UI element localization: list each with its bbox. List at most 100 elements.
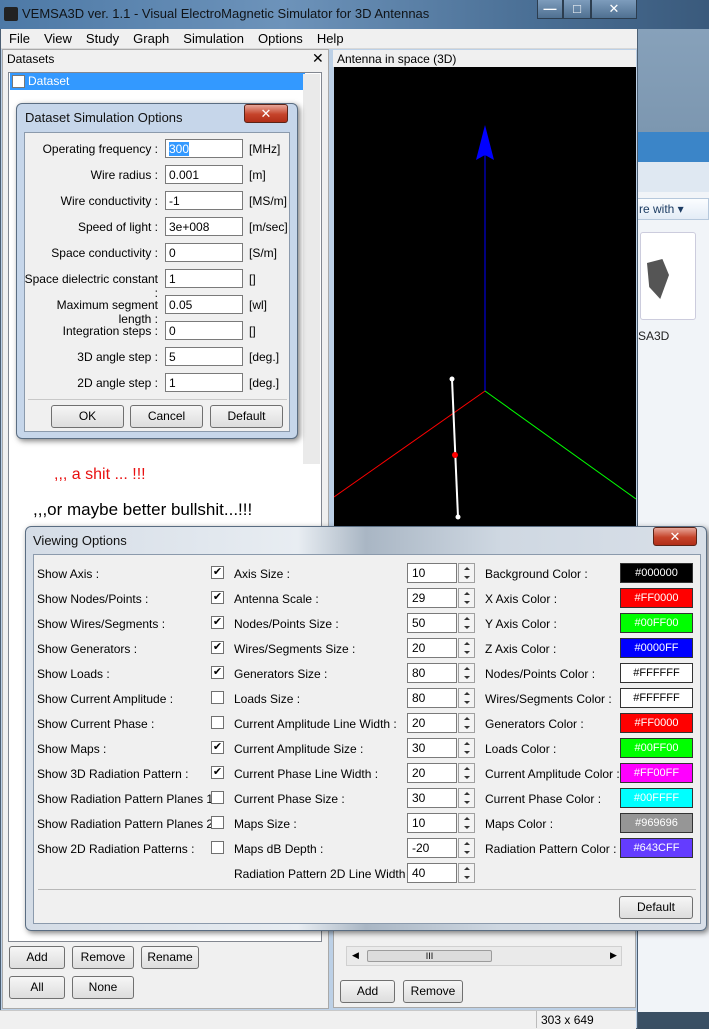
sim-field-input[interactable]: 1 bbox=[165, 373, 243, 392]
sim-field-value: 3e+008 bbox=[169, 220, 210, 234]
close-window-button[interactable]: ✕ bbox=[591, 0, 637, 19]
sim-field-input[interactable]: 0.001 bbox=[165, 165, 243, 184]
color-swatch[interactable]: #FF0000 bbox=[620, 588, 693, 608]
size-spinner[interactable] bbox=[458, 738, 475, 758]
dataset-checkbox[interactable] bbox=[12, 75, 25, 88]
sim-field-input[interactable]: 5 bbox=[165, 347, 243, 366]
sim-field-input[interactable]: 0 bbox=[165, 321, 243, 340]
menu-file[interactable]: File bbox=[1, 29, 36, 46]
size-spinner[interactable] bbox=[458, 813, 475, 833]
size-spinner[interactable] bbox=[458, 563, 475, 583]
show-option-checkbox[interactable]: ✔ bbox=[211, 641, 224, 654]
menu-graph[interactable]: Graph bbox=[125, 29, 175, 46]
color-swatch[interactable]: #FF0000 bbox=[620, 713, 693, 733]
show-option-checkbox[interactable] bbox=[211, 841, 224, 854]
show-option-checkbox[interactable]: ✔ bbox=[211, 666, 224, 679]
hscroll-thumb[interactable]: III bbox=[367, 950, 492, 962]
select-all-button[interactable]: All bbox=[9, 976, 65, 999]
size-option-input[interactable]: 80 bbox=[407, 688, 457, 708]
scroll-left-icon[interactable]: ◀ bbox=[352, 950, 359, 961]
size-option-input[interactable]: 10 bbox=[407, 813, 457, 833]
show-option-checkbox[interactable]: ✔ bbox=[211, 766, 224, 779]
size-spinner[interactable] bbox=[458, 638, 475, 658]
size-option-input[interactable]: -20 bbox=[407, 838, 457, 858]
color-swatch[interactable]: #00FF00 bbox=[620, 738, 693, 758]
sim-field-input[interactable]: 0.05 bbox=[165, 295, 243, 314]
menu-view[interactable]: View bbox=[36, 29, 78, 46]
size-option-input[interactable]: 80 bbox=[407, 663, 457, 683]
size-option-input[interactable]: 40 bbox=[407, 863, 457, 883]
show-option-checkbox[interactable]: ✔ bbox=[211, 591, 224, 604]
file-thumbnail[interactable] bbox=[640, 232, 696, 320]
sim-field-input[interactable]: 300 bbox=[165, 139, 243, 158]
menu-options[interactable]: Options bbox=[250, 29, 309, 46]
sim-field-input[interactable]: 1 bbox=[165, 269, 243, 288]
view3d-hscroll[interactable]: ◀ III ▶ bbox=[346, 946, 622, 966]
select-none-button[interactable]: None bbox=[72, 976, 134, 999]
datasets-scrollbar[interactable] bbox=[303, 74, 320, 464]
color-swatch[interactable]: #969696 bbox=[620, 813, 693, 833]
show-option-checkbox[interactable] bbox=[211, 716, 224, 729]
sim-field-input[interactable]: -1 bbox=[165, 191, 243, 210]
size-spinner[interactable] bbox=[458, 788, 475, 808]
view3d-canvas[interactable] bbox=[333, 67, 637, 527]
size-spinner[interactable] bbox=[458, 613, 475, 633]
color-swatch[interactable]: #0000FF bbox=[620, 638, 693, 658]
size-option-input[interactable]: 10 bbox=[407, 563, 457, 583]
menu-simulation[interactable]: Simulation bbox=[175, 29, 250, 46]
datasets-close-icon[interactable]: ✕ bbox=[312, 50, 326, 66]
dataset-remove-button[interactable]: Remove bbox=[72, 946, 134, 969]
show-option-checkbox[interactable] bbox=[211, 691, 224, 704]
color-swatch[interactable]: #000000 bbox=[620, 563, 693, 583]
minimize-button[interactable]: — bbox=[537, 0, 563, 19]
dataset-rename-button[interactable]: Rename bbox=[141, 946, 199, 969]
menu-bar: File View Study Graph Simulation Options Help bbox=[1, 29, 637, 49]
dataset-note-black: ,,,or maybe better bullshit...!!! bbox=[33, 500, 253, 519]
size-spinner[interactable] bbox=[458, 588, 475, 608]
color-swatch[interactable]: #00FF00 bbox=[620, 613, 693, 633]
scroll-right-icon[interactable]: ▶ bbox=[610, 950, 617, 961]
show-option-checkbox[interactable]: ✔ bbox=[211, 566, 224, 579]
sim-field-input[interactable]: 0 bbox=[165, 243, 243, 262]
color-swatch[interactable]: #643CFF bbox=[620, 838, 693, 858]
show-option-checkbox[interactable] bbox=[211, 816, 224, 829]
color-swatch[interactable]: #FFFFFF bbox=[620, 688, 693, 708]
size-spinner[interactable] bbox=[458, 713, 475, 733]
color-swatch[interactable]: #FF00FF bbox=[620, 763, 693, 783]
dataset-add-button[interactable]: Add bbox=[9, 946, 65, 969]
menu-study[interactable]: Study bbox=[78, 29, 125, 46]
sim-field-unit: [wl] bbox=[249, 298, 267, 312]
ok-button[interactable]: OK bbox=[51, 405, 124, 428]
size-option-input[interactable]: 20 bbox=[407, 713, 457, 733]
simulation-default-button[interactable]: Default bbox=[210, 405, 283, 428]
maximize-button[interactable]: □ bbox=[563, 0, 591, 19]
show-option-label: Show Radiation Pattern Planes 2 : bbox=[37, 817, 220, 831]
size-option-input[interactable]: 20 bbox=[407, 638, 457, 658]
color-swatch[interactable]: #00FFFF bbox=[620, 788, 693, 808]
sim-field-input[interactable]: 3e+008 bbox=[165, 217, 243, 236]
size-spinner[interactable] bbox=[458, 838, 475, 858]
share-with-button[interactable]: re with ▾ bbox=[636, 198, 709, 220]
simulation-dialog-close-button[interactable]: ✕ bbox=[244, 104, 288, 123]
view3d-remove-button[interactable]: Remove bbox=[403, 980, 463, 1003]
size-option-input[interactable]: 29 bbox=[407, 588, 457, 608]
cancel-button[interactable]: Cancel bbox=[130, 405, 203, 428]
size-spinner[interactable] bbox=[458, 863, 475, 883]
show-option-checkbox[interactable]: ✔ bbox=[211, 616, 224, 629]
show-option-checkbox[interactable]: ✔ bbox=[211, 741, 224, 754]
size-option-input[interactable]: 20 bbox=[407, 763, 457, 783]
dataset-row[interactable]: Dataset bbox=[10, 73, 305, 90]
color-swatch[interactable]: #FFFFFF bbox=[620, 663, 693, 683]
size-option-input[interactable]: 30 bbox=[407, 788, 457, 808]
size-spinner[interactable] bbox=[458, 688, 475, 708]
show-option-label: Show Axis : bbox=[37, 567, 100, 581]
size-spinner[interactable] bbox=[458, 763, 475, 783]
view3d-add-button[interactable]: Add bbox=[340, 980, 395, 1003]
size-spinner[interactable] bbox=[458, 663, 475, 683]
viewing-dialog-close-button[interactable]: ✕ bbox=[653, 527, 697, 546]
size-option-input[interactable]: 30 bbox=[407, 738, 457, 758]
size-option-input[interactable]: 50 bbox=[407, 613, 457, 633]
viewing-default-button[interactable]: Default bbox=[619, 896, 693, 919]
menu-help[interactable]: Help bbox=[309, 29, 350, 46]
show-option-checkbox[interactable] bbox=[211, 791, 224, 804]
